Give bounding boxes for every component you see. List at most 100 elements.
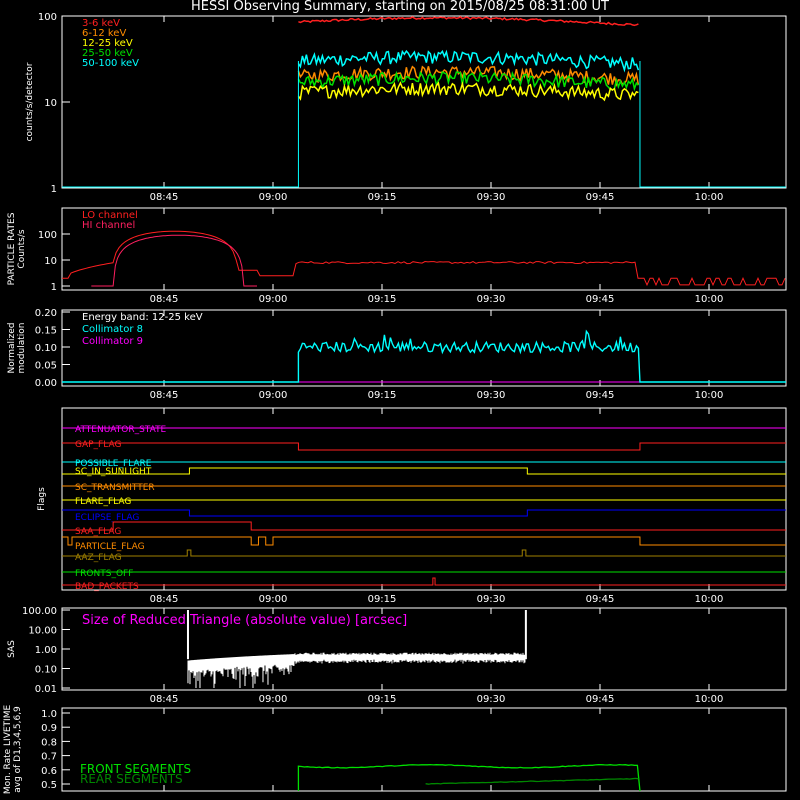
flag-label: AAZ_FLAG [75,553,122,563]
x-tick-label: 10:00 [695,390,724,401]
x-tick-label: 10:00 [695,294,724,305]
y-tick-label: 0.15 [35,326,57,337]
flag-line-gap_flag [62,442,786,451]
legend-entry: Collimator 8 [82,324,143,335]
y-tick-label: 0.05 [35,361,57,372]
flag-label: SC_IN_SUNLIGHT [75,467,152,477]
y-tick-label: 0.7 [41,752,57,763]
x-tick-label: 09:00 [259,694,288,705]
x-tick-label: 09:30 [477,294,506,305]
series-line-sas [187,652,526,688]
series-line-front-segments [297,763,641,792]
y-tick-label: 10 [44,256,57,267]
series-line-HI-channel [91,234,257,287]
flag-label: SC_TRANSMITTER [75,483,155,493]
x-tick-label: 09:00 [259,594,288,605]
panel-frame [61,407,787,591]
y-tick-label: 0.20 [35,308,57,319]
y-tick-label: 100 [38,230,57,241]
series-line-Collimator-8 [62,329,786,383]
y-tick-label: 100 [38,12,57,23]
x-tick-label: 09:30 [477,694,506,705]
flag-line-sc_in_sunlight [62,467,786,475]
x-tick-label: 09:15 [368,694,397,705]
y-axis-label: Normalized [7,322,17,373]
y-axis-label: modulation [17,323,27,374]
y-tick-label: 0.10 [35,343,57,354]
y-tick-label: 10 [44,98,57,109]
x-tick-label: 09:45 [586,390,615,401]
x-tick-label: 09:45 [586,694,615,705]
x-tick-label: 09:00 [259,192,288,203]
y-axis-label: avg of D1,3,4,5,6,9 [13,706,23,793]
flag-label: SAA_FLAG [75,527,121,537]
y-tick-label: 0.9 [41,723,57,734]
y-tick-label: 100.00 [22,606,57,617]
flag-line-aaz_flag [62,549,786,557]
flag-label: FRONTS_OFF [75,569,133,579]
x-tick-label: 10:00 [695,192,724,203]
y-tick-label: 0.00 [35,378,57,389]
flag-label: PARTICLE_FLAG [75,542,145,552]
x-tick-label: 09:30 [477,594,506,605]
x-tick-label: 09:15 [368,390,397,401]
flag-line-eclipse_flag [62,509,786,517]
y-axis-label: Flags [37,487,47,511]
panel-frame [61,207,787,291]
x-tick-label: 09:30 [477,390,506,401]
y-tick-label: 1.00 [35,645,57,656]
series-line-3-6-keV [298,16,639,27]
y-axis-label: Mon. Rate LIVETIME [3,705,13,795]
series-edge [62,60,299,188]
x-tick-label: 08:45 [150,594,179,605]
y-axis-label: PARTICLE RATES [7,212,17,285]
series-line-50-100-keV [297,49,640,73]
sas-series [187,652,526,688]
x-tick-label: 10:00 [695,594,724,605]
flag-label: ATTENUATOR_STATE [75,425,167,435]
legend-entry: Collimator 9 [82,336,143,347]
panel-frame [61,15,787,189]
flag-label: FLARE_FLAG [75,497,131,507]
y-tick-label: 0.10 [35,665,57,676]
y-tick-label: 10.00 [28,626,57,637]
x-tick-label: 09:00 [259,390,288,401]
y-tick-label: 1.0 [41,709,57,720]
x-tick-label: 09:15 [368,594,397,605]
y-tick-label: 1 [51,184,57,195]
flag-label: GAP_FLAG [75,440,121,450]
x-tick-label: 08:45 [150,294,179,305]
hessi-summary-plot: 08:45 09:00 09:15 09:30 09:45 10:00 08:45 09:00… [3,12,787,795]
x-tick-label: 09:45 [586,192,615,203]
x-tick-label: 09:45 [586,594,615,605]
flag-line-particle_flag [62,536,786,546]
flag-line-saa_flag [62,521,786,531]
series-edge [639,60,786,188]
series-line-LO-channel [62,230,786,287]
annotation: Size of Reduced Triangle (absolute value… [82,613,407,628]
x-tick-label: 10:00 [695,694,724,705]
x-tick-label: 09:00 [259,294,288,305]
y-axis-label: counts/s/detector [25,62,35,141]
x-tick-label: 09:45 [586,294,615,305]
y-axis-label: Counts/s [17,229,27,268]
x-tick-label: 08:45 [150,390,179,401]
y-tick-label: 1 [51,282,57,293]
y-axis-label: SAS [7,640,17,658]
annotation: Energy band: 12-25 keV [82,312,203,323]
legend-entry: REAR SEGMENTS [80,772,183,786]
y-tick-label: 0.8 [41,737,57,748]
flag-line-bad_packets [62,577,786,586]
x-tick-label: 09:15 [368,294,397,305]
series-line-rear-segments [425,777,639,785]
x-tick-label: 09:30 [477,192,506,203]
x-tick-label: 09:15 [368,192,397,203]
y-tick-label: 0.5 [41,780,57,791]
x-tick-label: 08:45 [150,694,179,705]
flag-label: BAD_PACKETS [75,582,139,592]
legend-entry: HI channel [82,220,135,231]
y-tick-label: 0.01 [35,684,57,695]
legend-entry: 50-100 keV [82,58,139,69]
x-tick-label: 08:45 [150,192,179,203]
y-tick-label: 0.6 [41,766,57,777]
